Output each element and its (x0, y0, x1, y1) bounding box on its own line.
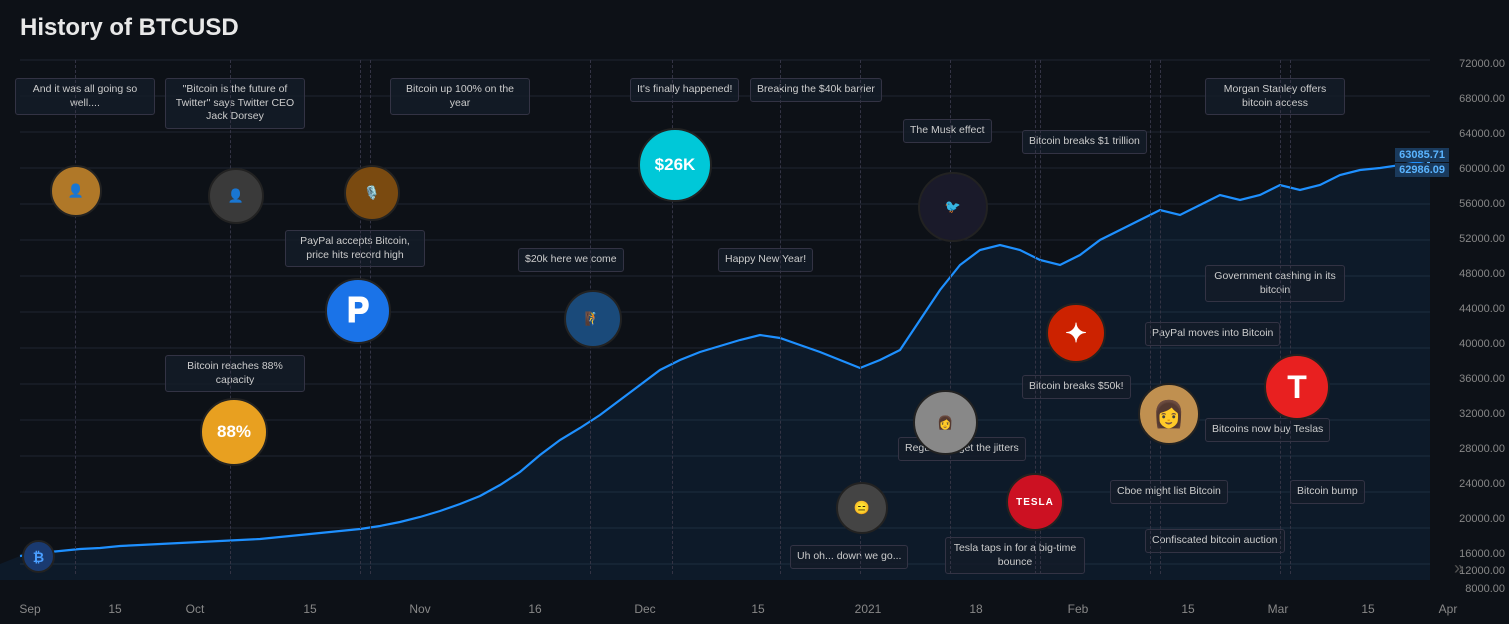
x-label-feb: Feb (1068, 602, 1089, 616)
x-label-15-feb: 15 (1181, 602, 1194, 616)
annotation-7: It's finally happened! (630, 78, 739, 102)
annotation-1: And it was all going so well.... (15, 78, 155, 115)
price-badge-low: 62986.09 (1395, 163, 1449, 177)
annotation-5: Bitcoin reaches 88% capacity (165, 355, 305, 392)
circle-icon-1: 👤 (50, 165, 102, 217)
vline-11 (950, 60, 951, 574)
y-label-52000: 52000.00 (1459, 233, 1505, 245)
x-label-sep: Sep (19, 602, 40, 616)
y-label-8000: 8000.00 (1465, 583, 1505, 595)
annotation-6: $20k here we come (518, 248, 624, 272)
x-label-2021: 2021 (855, 602, 882, 616)
y-label-12000: 12000.00 (1459, 565, 1505, 577)
circle-icon-twitter: 🐦 (918, 172, 988, 242)
annotation-11: The Musk effect (903, 119, 992, 143)
y-label-48000: 48000.00 (1459, 268, 1505, 280)
x-label-dec: Dec (634, 602, 655, 616)
x-label-oct: Oct (186, 602, 205, 616)
y-label-44000: 44000.00 (1459, 303, 1505, 315)
y-label-32000: 32000.00 (1459, 408, 1505, 420)
x-label-nov: Nov (409, 602, 430, 616)
annotation-2: "Bitcoin is the future of Twitter" says … (165, 78, 305, 129)
y-label-64000: 64000.00 (1459, 128, 1505, 140)
x-label-apr: Apr (1439, 602, 1458, 616)
circle-icon-btc: ₿ (22, 540, 55, 573)
circle-icon-tesla-red: T (1264, 354, 1330, 420)
annotation-15: Bitcoin breaks $50k! (1022, 375, 1131, 399)
vline-1 (75, 60, 76, 574)
vline-8 (780, 60, 781, 574)
y-label-68000: 68000.00 (1459, 93, 1505, 105)
vline-2 (230, 60, 231, 574)
y-label-28000: 28000.00 (1459, 443, 1505, 455)
circle-icon-paypal: 𝐏 (325, 278, 391, 344)
vline-22 (1150, 60, 1151, 574)
annotation-14: Tesla taps in for a big-time bounce (945, 537, 1085, 574)
chart-container: History of BTCUSD 72000.00 68000.00 6400… (0, 0, 1509, 624)
x-label-15-mar: 15 (1361, 602, 1374, 616)
annotation-22: Confiscated bitcoin auction (1145, 529, 1285, 553)
circle-icon-flash: ✦ (1046, 303, 1106, 363)
x-label-mar: Mar (1268, 602, 1289, 616)
y-label-20000: 20000.00 (1459, 513, 1505, 525)
x-label-15-dec: 15 (751, 602, 764, 616)
scroll-right-indicator[interactable]: » (1454, 558, 1464, 579)
y-label-24000: 24000.00 (1459, 478, 1505, 490)
y-label-40000: 40000.00 (1459, 338, 1505, 350)
y-label-56000: 56000.00 (1459, 198, 1505, 210)
x-label-15-oct: 15 (303, 602, 316, 616)
annotation-18: Morgan Stanley offers bitcoin access (1205, 78, 1345, 115)
y-label-16000: 16000.00 (1459, 548, 1505, 560)
circle-icon-sad: 😑 (836, 482, 888, 534)
annotation-21: Bitcoin bump (1290, 480, 1365, 504)
x-label-18: 18 (969, 602, 982, 616)
annotation-10: Uh oh... down we go... (790, 545, 908, 569)
annotation-4: PayPal accepts Bitcoin, price hits recor… (285, 230, 425, 267)
y-label-36000: 36000.00 (1459, 373, 1505, 385)
vline-20 (1290, 60, 1291, 574)
price-badge-high: 63085.71 (1395, 148, 1449, 162)
y-label-60000: 60000.00 (1459, 163, 1505, 175)
annotation-16: PayPal moves into Bitcoin (1145, 322, 1280, 346)
annotation-8: Breaking the $40k barrier (750, 78, 882, 102)
circle-icon-tesla-dark: TESLA (1006, 473, 1064, 531)
x-label-15-sep: 15 (108, 602, 121, 616)
vline-16 (1160, 60, 1161, 574)
vline-18 (1280, 60, 1281, 574)
annotation-20: Bitcoins now buy Teslas (1205, 418, 1330, 442)
annotation-19: Government cashing in its bitcoin (1205, 265, 1345, 302)
circle-icon-yellen: 👩 (913, 390, 978, 455)
circle-icon-2: 👤 (208, 168, 264, 224)
circle-icon-woman: 👩 (1138, 383, 1200, 445)
circle-icon-88pct: 88% (200, 398, 268, 466)
x-label-16: 16 (528, 602, 541, 616)
circle-icon-3: 🎙️ (344, 165, 400, 221)
circle-icon-6: 🧗 (564, 290, 622, 348)
circle-icon-26k: $26K (638, 128, 712, 202)
annotation-9: Happy New Year! (718, 248, 813, 272)
annotation-3: Bitcoin up 100% on the year (390, 78, 530, 115)
y-label-72000: 72000.00 (1459, 58, 1505, 70)
annotation-17: Cboe might list Bitcoin (1110, 480, 1228, 504)
